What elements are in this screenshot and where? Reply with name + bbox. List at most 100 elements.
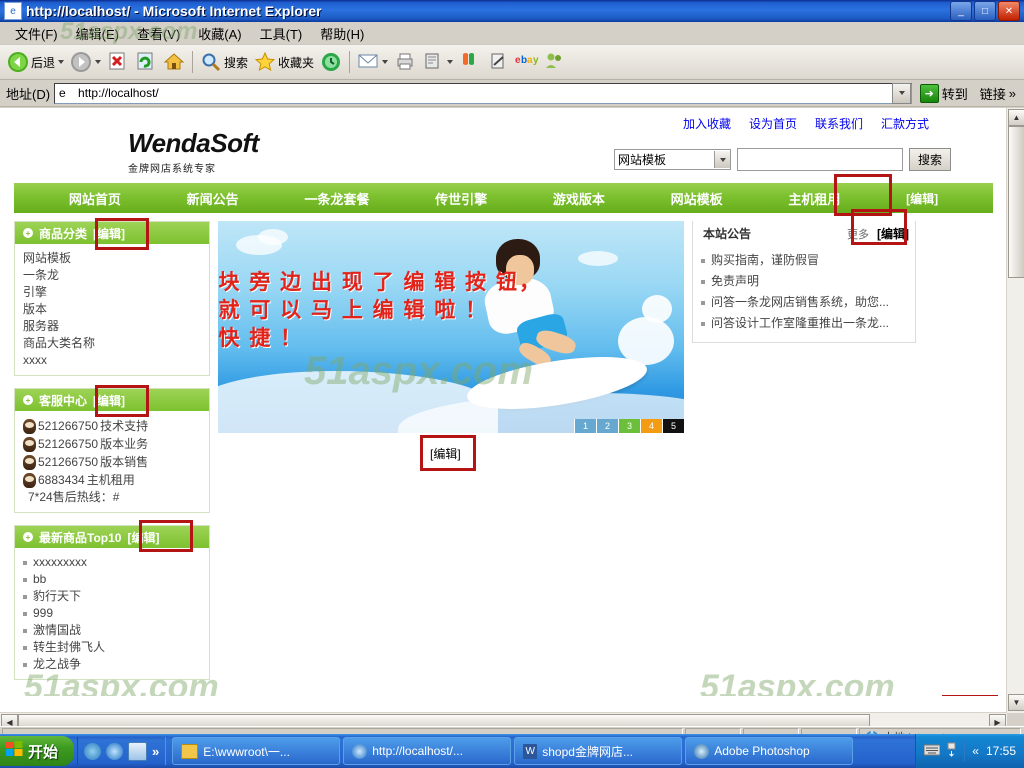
hero-banner[interactable]: 每 个 模 块 旁 边 出 现 了 编 辑 按 钮， 点 编 辑 就 可 以 马…: [218, 221, 684, 433]
favorites-label: 收藏夹: [278, 55, 315, 70]
nav-item-templates[interactable]: 网站模板: [671, 189, 723, 208]
nav-item-home[interactable]: 网站首页: [69, 189, 121, 208]
search-button[interactable]: 搜索: [197, 48, 251, 76]
top10-item[interactable]: 激情国战: [23, 622, 209, 639]
nav-item-package[interactable]: 一条龙套餐: [304, 189, 369, 208]
menu-view[interactable]: 查看(V): [128, 22, 189, 45]
nav-item-news[interactable]: 新闻公告: [187, 189, 239, 208]
quicklaunch-overflow-icon[interactable]: »: [152, 744, 159, 759]
menu-tools[interactable]: 工具(T): [251, 22, 312, 45]
banner-page-1[interactable]: 1: [574, 419, 596, 433]
vertical-scroll-thumb[interactable]: [1008, 126, 1024, 278]
home-button[interactable]: [160, 48, 188, 76]
top10-item[interactable]: bb: [23, 571, 209, 588]
site-search-input[interactable]: [736, 148, 903, 171]
banner-page-3[interactable]: 3: [618, 419, 640, 433]
search-category-select[interactable]: 网站模板: [613, 149, 731, 170]
news-item[interactable]: 问答一条龙网店销售系统，助您...: [701, 292, 909, 313]
plus-icon: +: [23, 228, 33, 238]
link-payment[interactable]: 汇款方式: [881, 115, 929, 132]
history-button[interactable]: [317, 48, 345, 76]
taskbar-item[interactable]: http://localhost/...: [343, 737, 512, 765]
start-button[interactable]: 开始: [0, 736, 75, 766]
category-item[interactable]: 商品大类名称: [23, 335, 209, 352]
back-dropdown-icon[interactable]: [58, 60, 65, 64]
link-contact-us[interactable]: 联系我们: [815, 115, 863, 132]
keyboard-layout-icon[interactable]: [923, 743, 941, 759]
taskbar-item[interactable]: W shopd金牌网店...: [514, 737, 683, 765]
taskbar-item[interactable]: Adobe Photoshop: [685, 737, 854, 765]
tray-clock[interactable]: 17:55: [986, 744, 1016, 758]
menu-file[interactable]: 文件(F): [6, 22, 67, 45]
print-button[interactable]: [391, 48, 419, 76]
stop-button[interactable]: [104, 48, 132, 76]
refresh-button[interactable]: [132, 48, 160, 76]
category-item[interactable]: xxxx: [23, 352, 209, 369]
address-dropdown-icon[interactable]: [891, 82, 911, 104]
category-item[interactable]: 一条龙: [23, 267, 209, 284]
site-logo[interactable]: WendaSoft 金牌网店系统专家: [128, 128, 259, 175]
back-button[interactable]: 后退: [4, 48, 67, 76]
minimize-button[interactable]: _: [950, 1, 972, 21]
ie-quicklaunch-icon[interactable]: [106, 742, 124, 760]
menu-edit[interactable]: 编辑(E): [67, 22, 128, 45]
nav-item-game-version[interactable]: 游戏版本: [553, 189, 605, 208]
ime-toggle-icon[interactable]: [947, 742, 957, 760]
menu-help[interactable]: 帮助(H): [311, 22, 373, 45]
close-button[interactable]: ✕: [998, 1, 1020, 21]
top10-item[interactable]: xxxxxxxxx: [23, 554, 209, 571]
links-label: 链接: [979, 86, 1006, 102]
edit-dropdown-icon[interactable]: [447, 60, 454, 64]
news-item[interactable]: 购买指南，谨防假冒: [701, 250, 909, 271]
vertical-scrollbar[interactable]: ▲ ▼: [1006, 108, 1024, 713]
qq-contact[interactable]: 521266750 版本业务: [23, 435, 209, 453]
favorites-button[interactable]: 收藏夹: [251, 48, 317, 76]
top10-item[interactable]: 豹行天下: [23, 588, 209, 605]
people-button[interactable]: [540, 48, 568, 76]
banner-page-4[interactable]: 4: [640, 419, 662, 433]
search-icon: [200, 51, 222, 73]
mail-dropdown-icon[interactable]: [382, 60, 389, 64]
scroll-up-button[interactable]: ▲: [1008, 109, 1024, 126]
forward-button[interactable]: [67, 48, 104, 76]
banner-page-2[interactable]: 2: [596, 419, 618, 433]
scroll-down-button[interactable]: ▼: [1008, 694, 1024, 711]
ebay-button[interactable]: ebay: [512, 48, 540, 76]
media-player-icon[interactable]: [84, 742, 102, 760]
menu-favorites[interactable]: 收藏(A): [189, 22, 250, 45]
top10-item[interactable]: 龙之战争: [23, 656, 209, 673]
top10-item[interactable]: 转生封佛飞人: [23, 639, 209, 656]
news-item[interactable]: 问答设计工作室隆重推出一条龙...: [701, 313, 909, 334]
outlook-icon[interactable]: [128, 741, 148, 761]
qq-contact[interactable]: 6883434 主机租用: [23, 471, 209, 489]
go-button[interactable]: ➜ 转到: [916, 83, 972, 103]
edit-button[interactable]: [419, 48, 456, 76]
address-input[interactable]: e http://localhost/: [54, 82, 912, 104]
taskbar-item[interactable]: E:\wwwroot\一...: [172, 737, 341, 765]
qq-contact[interactable]: 521266750 技术支持: [23, 417, 209, 435]
top10-item[interactable]: 999: [23, 605, 209, 622]
address-value: http://localhost/: [78, 86, 159, 100]
nav-item-engine[interactable]: 传世引擎: [435, 189, 487, 208]
maximize-button[interactable]: □: [974, 1, 996, 21]
category-item[interactable]: 版本: [23, 301, 209, 318]
links-button[interactable]: 链接 »: [976, 84, 1020, 103]
news-item[interactable]: 免责声明: [701, 271, 909, 292]
link-set-homepage[interactable]: 设为首页: [749, 115, 797, 132]
qq-contact[interactable]: 521266750 版本销售: [23, 453, 209, 471]
top10-item-label: bb: [33, 572, 47, 586]
category-item[interactable]: 服务器: [23, 318, 209, 335]
mail-button[interactable]: [354, 48, 391, 76]
site-search: 网站模板 搜索: [613, 148, 951, 171]
category-item[interactable]: 引擎: [23, 284, 209, 301]
msn-button[interactable]: [456, 48, 484, 76]
category-item[interactable]: 网站模板: [23, 250, 209, 267]
nav-item-hosting[interactable]: 主机租用: [788, 189, 840, 208]
nav-edit-link[interactable]: [编辑]: [906, 190, 938, 207]
site-search-button[interactable]: 搜索: [908, 148, 951, 171]
banner-page-5[interactable]: 5: [662, 419, 684, 433]
research-button[interactable]: [484, 48, 512, 76]
tray-expand-button[interactable]: «: [972, 744, 979, 758]
link-add-favorite[interactable]: 加入收藏: [683, 115, 731, 132]
forward-dropdown-icon[interactable]: [95, 60, 102, 64]
